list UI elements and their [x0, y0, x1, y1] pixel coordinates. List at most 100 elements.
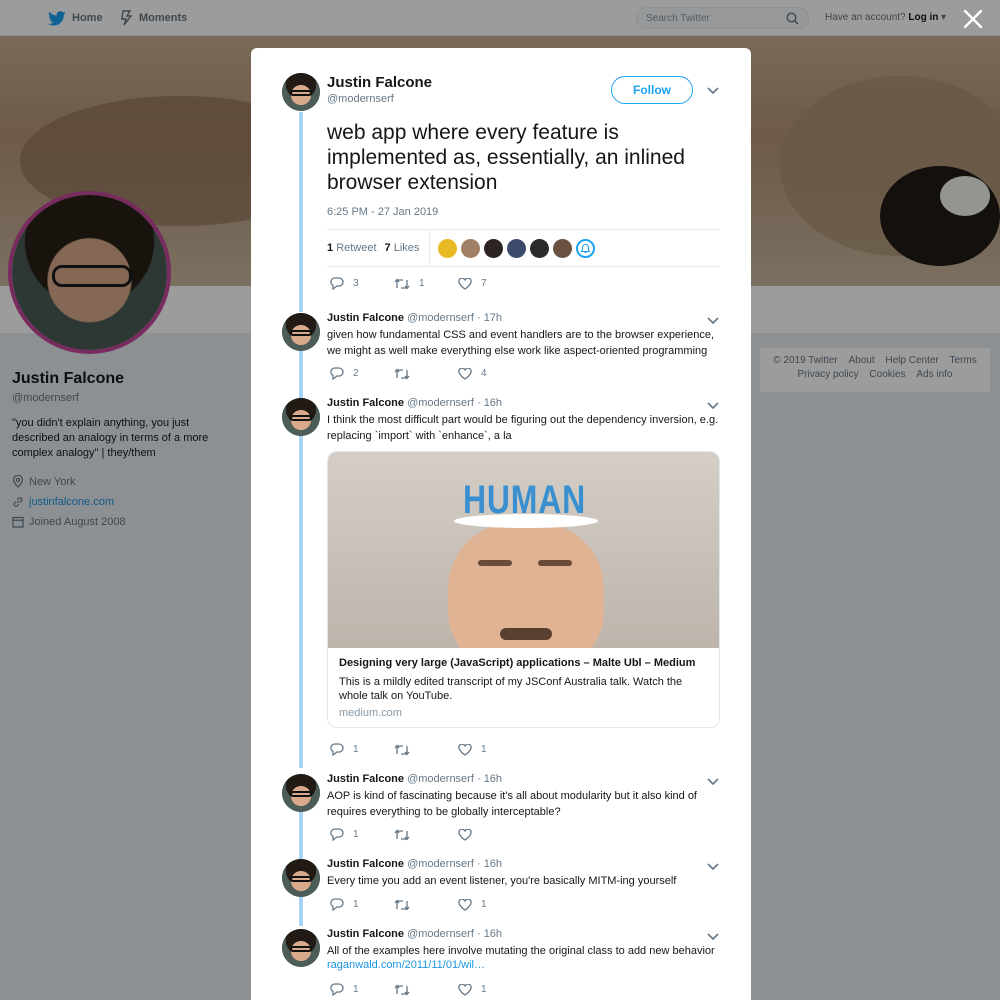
tweet-time[interactable]: · 16h [477, 773, 502, 785]
retweet-icon [394, 828, 410, 841]
retweet-button[interactable]: 1 [394, 277, 458, 290]
tweet-actions: 1 [330, 828, 522, 841]
retweet-button[interactable] [394, 367, 458, 380]
like-count: 1 [481, 984, 487, 995]
author-handle[interactable]: @modernserf [407, 928, 474, 940]
like-button[interactable]: 4 [458, 367, 522, 380]
tweet-time[interactable]: · 16h [477, 928, 502, 940]
reply-button[interactable]: 1 [330, 983, 394, 996]
author-handle[interactable]: @modernserf [407, 397, 474, 409]
author-handle[interactable]: @modernserf [407, 773, 474, 785]
chevron-down-icon[interactable] [707, 776, 719, 786]
reply-button[interactable]: 1 [330, 743, 394, 756]
more-likers-icon[interactable] [576, 238, 596, 258]
retweet-icon [394, 898, 410, 911]
liker-avatar[interactable] [438, 238, 458, 258]
like-button[interactable]: 1 [458, 983, 522, 996]
retweet-button[interactable] [394, 828, 458, 841]
liker-avatar[interactable] [484, 238, 504, 258]
thread-line [299, 812, 303, 859]
link-card[interactable]: HUMAN Designing very large (JavaScript) … [327, 451, 720, 728]
reply-button[interactable]: 3 [330, 277, 394, 290]
card-image-text: HUMAN [462, 478, 587, 522]
author-name[interactable]: Justin Falcone [327, 858, 404, 870]
card-description: This is a mildly edited transcript of my… [339, 676, 683, 702]
follow-button[interactable]: Follow [611, 76, 693, 104]
thread-line [299, 435, 303, 768]
chevron-down-icon[interactable] [707, 85, 719, 95]
retweet-stat[interactable]: 1 Retweet [327, 242, 377, 254]
liker-avatar[interactable] [461, 238, 481, 258]
author-handle[interactable]: @modernserf [327, 93, 394, 105]
retweet-count: 1 [419, 278, 425, 289]
chevron-down-icon[interactable] [707, 315, 719, 325]
tweet-link[interactable]: raganwald.com/2011/11/01/wil… [327, 959, 485, 971]
retweet-icon [394, 743, 410, 756]
author-name[interactable]: Justin Falcone [327, 312, 404, 324]
reply-button[interactable]: 1 [330, 898, 394, 911]
tweet-text: I think the most difficult part would be… [327, 414, 719, 442]
avatar[interactable] [282, 398, 320, 436]
like-button[interactable]: 7 [458, 277, 522, 290]
tweet-time[interactable]: · 16h [477, 858, 502, 870]
reply-count: 1 [353, 899, 359, 910]
tweet-header: Justin Falcone @modernserf · 16h [327, 773, 502, 785]
avatar[interactable] [282, 73, 320, 111]
reply-count: 1 [353, 984, 359, 995]
retweet-icon [394, 983, 410, 996]
tweet-actions: 1 1 [330, 743, 522, 756]
chevron-down-icon[interactable] [707, 931, 719, 941]
reply-count: 2 [353, 368, 359, 379]
reply-icon [330, 277, 344, 290]
author-name[interactable]: Justin Falcone [327, 928, 404, 940]
like-stat[interactable]: 7 Likes [385, 242, 420, 254]
like-button[interactable]: 1 [458, 743, 522, 756]
tweet-time[interactable]: · 17h [477, 312, 502, 324]
retweet-button[interactable] [394, 898, 458, 911]
close-icon[interactable] [962, 8, 984, 30]
like-stat-count: 7 [384, 242, 391, 254]
author-handle[interactable]: @modernserf [407, 858, 474, 870]
thread-line [299, 112, 303, 312]
like-button[interactable]: 1 [458, 898, 522, 911]
author-handle[interactable]: @modernserf [407, 312, 474, 324]
tweet-actions: 1 1 [330, 898, 522, 911]
liker-avatar[interactable] [553, 238, 573, 258]
like-button[interactable] [458, 828, 522, 841]
divider [429, 229, 431, 267]
reply-icon [330, 898, 344, 911]
retweet-button[interactable] [394, 743, 458, 756]
reply-button[interactable]: 2 [330, 367, 394, 380]
chevron-down-icon[interactable] [707, 400, 719, 410]
like-count: 1 [481, 744, 487, 755]
tweet-text: AOP is kind of fascinating because it's … [327, 790, 697, 818]
author-name[interactable]: Justin Falcone [327, 397, 404, 409]
tweet-time[interactable]: · 16h [477, 397, 502, 409]
avatar[interactable] [282, 859, 320, 897]
heart-icon [458, 983, 472, 996]
tweet-text: Every time you add an event listener, yo… [327, 875, 677, 887]
tweet-timestamp[interactable]: 6:25 PM - 27 Jan 2019 [327, 206, 438, 218]
retweet-button[interactable] [394, 983, 458, 996]
chevron-down-icon[interactable] [707, 861, 719, 871]
heart-icon [458, 743, 472, 756]
tweet-text: given how fundamental CSS and event hand… [327, 329, 715, 357]
author-name[interactable]: Justin Falcone [327, 74, 432, 91]
reply-button[interactable]: 1 [330, 828, 394, 841]
avatar[interactable] [282, 929, 320, 967]
card-image: HUMAN [328, 452, 719, 648]
reply-count: 3 [353, 278, 359, 289]
author-name[interactable]: Justin Falcone [327, 773, 404, 785]
liker-avatar[interactable] [507, 238, 527, 258]
reply-icon [330, 743, 344, 756]
tweet-header: Justin Falcone @modernserf · 16h [327, 858, 502, 870]
card-title: Designing very large (JavaScript) applic… [339, 657, 696, 669]
avatar[interactable] [282, 774, 320, 812]
liker-avatar[interactable] [530, 238, 550, 258]
avatar[interactable] [282, 313, 320, 351]
heart-icon [458, 898, 472, 911]
thread-line [299, 896, 303, 926]
reply-icon [330, 828, 344, 841]
tweet-header: Justin Falcone @modernserf · 17h [327, 312, 502, 324]
reply-count: 1 [353, 744, 359, 755]
